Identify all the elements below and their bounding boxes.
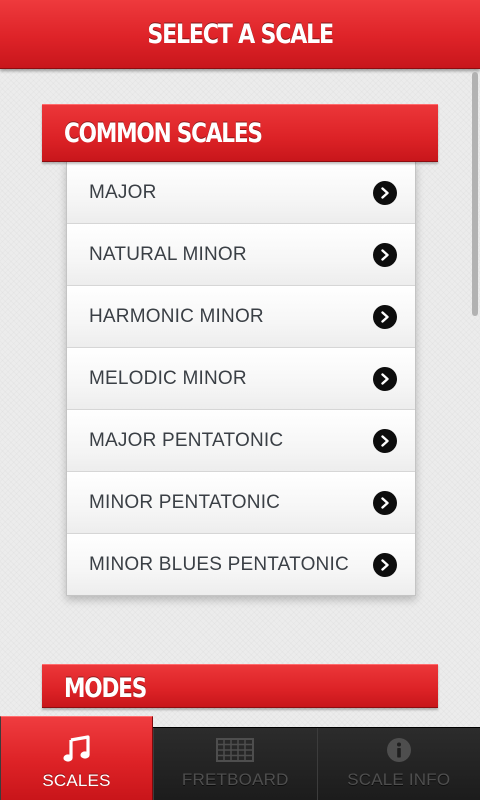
section-title: COMMON SCALES — [64, 117, 263, 149]
tab-scales[interactable]: SCALES — [0, 716, 153, 800]
title-bar: SELECT A SCALE — [0, 0, 480, 69]
scale-item-label: MELODIC MINOR — [89, 367, 247, 389]
scale-item-label: MINOR PENTATONIC — [89, 491, 281, 513]
tab-scale-info[interactable]: SCALE INFO — [316, 728, 480, 800]
chevron-right-icon — [373, 180, 397, 205]
info-icon — [386, 736, 412, 764]
scale-item-label: MAJOR — [89, 181, 157, 203]
scale-item-minor-blues-pentatonic[interactable]: MINOR BLUES PENTATONIC — [67, 533, 415, 595]
chevron-right-icon — [373, 242, 397, 267]
scale-item-harmonic-minor[interactable]: HARMONIC MINOR — [67, 285, 415, 347]
chevron-right-icon — [373, 428, 397, 453]
scale-item-minor-pentatonic[interactable]: MINOR PENTATONIC — [67, 471, 415, 533]
scale-item-label: HARMONIC MINOR — [89, 305, 264, 327]
scale-item-major-pentatonic[interactable]: MAJOR PENTATONIC — [67, 409, 415, 471]
section-title: MODES — [64, 673, 147, 704]
scrollbar[interactable] — [472, 72, 478, 316]
tab-fretboard[interactable]: FRETBOARD — [153, 728, 317, 800]
chevron-right-icon — [373, 490, 397, 515]
scale-item-label: NATURAL MINOR — [89, 243, 247, 265]
tab-label: SCALES — [42, 771, 111, 790]
music-note-icon — [62, 735, 92, 763]
scale-item-label: MAJOR PENTATONIC — [89, 429, 284, 451]
scale-item-major[interactable]: MAJOR — [67, 161, 415, 223]
fretboard-grid-icon — [216, 736, 255, 764]
section-header-common-scales: COMMON SCALES — [42, 104, 438, 162]
tab-label: FRETBOARD — [181, 770, 289, 789]
chevron-right-icon — [373, 552, 397, 577]
scale-item-melodic-minor[interactable]: MELODIC MINOR — [67, 347, 415, 409]
page-title: SELECT A SCALE — [147, 18, 334, 50]
tab-label: SCALE INFO — [347, 770, 451, 789]
chevron-right-icon — [373, 304, 397, 329]
scale-list: MAJOR NATURAL MINOR HARMONIC MINOR MELOD… — [66, 161, 416, 596]
scale-item-label: MINOR BLUES PENTATONIC — [89, 553, 349, 575]
chevron-right-icon — [373, 366, 397, 391]
scale-item-natural-minor[interactable]: NATURAL MINOR — [67, 223, 415, 285]
section-header-modes: MODES — [42, 664, 438, 708]
